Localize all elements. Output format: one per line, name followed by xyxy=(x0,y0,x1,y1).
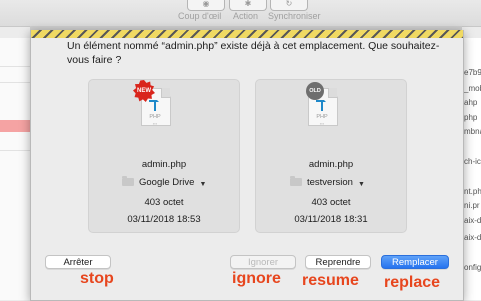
hammer-icon xyxy=(149,100,159,111)
ignore-annotation: ignore xyxy=(232,270,281,287)
file-type-label: PHP xyxy=(316,114,328,120)
background-file-name[interactable]: aix-d xyxy=(464,216,481,225)
file-type-label: PHP xyxy=(149,114,161,120)
warning-stripe-bar xyxy=(31,30,463,38)
row-divider xyxy=(0,150,30,151)
old-file-size: 403 octet xyxy=(311,197,351,208)
replace-annotation: replace xyxy=(384,274,441,291)
file-icon-sub: ▪▪▪ xyxy=(319,121,325,126)
chevron-down-icon: ▼ xyxy=(199,181,207,188)
sync-label: Synchroniser xyxy=(268,11,321,21)
old-file-panel: PHP ▪▪▪ OLD admin.php testversion ▼ 403 o… xyxy=(255,79,407,233)
ignore-button[interactable]: Ignorer xyxy=(230,255,296,269)
new-file-panel: PHP ▪▪▪ NEW admin.php Google Drive ▼ 403 … xyxy=(88,79,240,233)
sync-icon: ↻ xyxy=(285,0,293,8)
stop-annotation: stop xyxy=(80,270,114,287)
chevron-down-icon: ▼ xyxy=(357,181,365,188)
row-divider xyxy=(0,82,30,83)
old-badge: OLD xyxy=(306,82,324,100)
file-icon-sub: ▪▪▪ xyxy=(152,121,158,126)
background-file-name[interactable]: onfig xyxy=(464,263,481,272)
background-file-list-right: e7b9 _mob ahp php mbna ch-ic nt.ph ni.pr… xyxy=(462,38,481,300)
selected-row-highlight xyxy=(0,120,30,132)
background-file-name[interactable]: mbna xyxy=(464,127,481,136)
old-file-location-label: testversion xyxy=(307,177,353,188)
eye-icon: ◉ xyxy=(202,0,210,8)
gear-icon: ✱ xyxy=(244,0,252,8)
quick-look-button[interactable]: ◉ xyxy=(187,0,225,11)
sync-button[interactable]: ↻ xyxy=(270,0,308,11)
new-file-location[interactable]: Google Drive ▼ xyxy=(122,176,207,189)
file-conflict-dialog: Un élément nommé “admin.php” existe déjà… xyxy=(30,30,464,301)
background-file-name[interactable]: _mob xyxy=(464,84,481,93)
new-file-size: 403 octet xyxy=(144,197,184,208)
new-file-date: 03/11/2018 18:53 xyxy=(127,214,201,225)
resume-button[interactable]: Reprendre xyxy=(305,255,371,269)
background-file-name[interactable]: e7b9 xyxy=(464,68,481,77)
background-file-name[interactable]: ni.pr xyxy=(464,201,480,210)
background-file-name[interactable]: nt.ph xyxy=(464,187,481,196)
new-file-name: admin.php xyxy=(141,159,187,170)
folder-icon xyxy=(122,176,134,186)
finder-toolbar: ◉ ✱ ↻ Coup d'œil Action Synchroniser xyxy=(0,0,481,27)
background-file-list-left xyxy=(0,38,31,300)
action-label: Action xyxy=(233,11,259,21)
folder-icon xyxy=(290,176,302,186)
conflict-message: Un élément nommé “admin.php” existe déjà… xyxy=(67,40,440,66)
background-file-name[interactable]: ahp xyxy=(464,98,477,107)
background-file-name[interactable]: aix-d xyxy=(464,233,481,242)
new-badge: NEW xyxy=(133,80,155,102)
old-file-location[interactable]: testversion ▼ xyxy=(290,176,365,189)
background-file-name[interactable]: php xyxy=(464,113,477,122)
new-file-location-label: Google Drive xyxy=(139,177,195,188)
background-file-name[interactable]: ch-ic xyxy=(464,157,481,166)
stop-button[interactable]: Arrêter xyxy=(45,255,111,269)
old-file-name: admin.php xyxy=(308,159,354,170)
replace-button[interactable]: Remplacer xyxy=(381,255,449,269)
action-button[interactable]: ✱ xyxy=(229,0,267,11)
quick-look-label: Coup d'œil xyxy=(178,11,222,21)
row-divider xyxy=(0,66,30,67)
old-file-date: 03/11/2018 18:31 xyxy=(294,214,368,225)
resume-annotation: resume xyxy=(302,272,359,289)
